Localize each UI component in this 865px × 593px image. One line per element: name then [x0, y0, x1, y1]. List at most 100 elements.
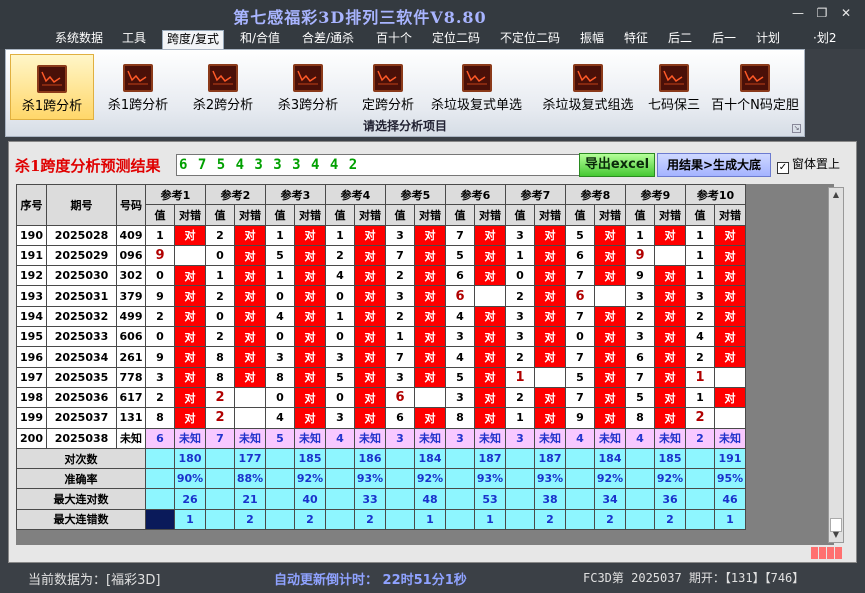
ribbon-button-0[interactable]: 杀1跨分析	[10, 54, 94, 120]
table-row[interactable]: 195 2025033 606 0 对 2 对 0 对 0 对 1 对 3 对 3 对 0 对 3 对 4 对	[16, 326, 746, 348]
table-row[interactable]: 191 2025029 096 9 0 对 5 对 2 对 7 对 5 对 1 对 6 对 9 1 对	[16, 244, 746, 267]
ref-correct: 对	[534, 265, 566, 287]
stat-value: 1	[474, 508, 506, 531]
stat-value: 184	[594, 447, 626, 470]
ribbon-button-3[interactable]: 杀3跨分析	[270, 54, 346, 120]
table-row[interactable]: 194 2025032 499 2 对 0 对 4 对 1 对 2 对 4 对 3 对 7 对 2 对 2 对	[16, 305, 746, 328]
menu-item-7[interactable]: 不定位二码	[500, 30, 560, 49]
table-row[interactable]: 197 2025035 778 3 对 8 对 8 对 5 对 3 对 5 对 1 5 对 7 对 1	[16, 366, 746, 388]
ref-value: 3	[325, 346, 355, 368]
chart-icon	[461, 64, 492, 92]
ribbon-button-8[interactable]: 百十个N码定胆	[709, 54, 801, 120]
ref-correct: 对	[174, 386, 206, 409]
pred-unknown: 未知	[174, 427, 206, 449]
header-correct: 对错	[654, 204, 686, 226]
minimize-icon[interactable]: —	[789, 5, 807, 21]
table-row[interactable]: 199 2025037 131 8 对 2 4 对 3 对 6 对 8 对 1 对 9 对 8 对 2	[16, 407, 746, 429]
menu-item-12[interactable]: 计划	[756, 30, 780, 49]
ref-value: 1	[505, 407, 535, 429]
menu-item-9[interactable]: 特征	[624, 30, 648, 49]
ref-correct: 对	[294, 265, 326, 287]
stat-blank	[385, 468, 415, 490]
table-row[interactable]: 190 2025028 409 1 对 2 对 1 对 1 对 3 对 7 对 3 对 5 对 1 对 1 对	[16, 224, 746, 246]
stat-value: 53	[474, 488, 506, 510]
vertical-scrollbar[interactable]: ▲ ▼	[828, 187, 844, 543]
pred-value: 3	[505, 427, 535, 449]
ref-value: 3	[325, 407, 355, 429]
ref-value: 3	[385, 366, 415, 388]
prediction-result-field[interactable]: 6 7 5 4 3 3 3 4 4 2	[176, 154, 583, 176]
ribbon-button-5[interactable]: 杀垃圾复式单选	[424, 54, 529, 120]
ribbon-button-4[interactable]: 定跨分析	[356, 54, 420, 120]
header-ref-2: 参考2	[205, 183, 266, 206]
menu-item-3[interactable]: 和/合值	[240, 30, 280, 49]
ref-correct: 对	[414, 224, 446, 246]
menu-item-1[interactable]: 工具	[122, 30, 146, 49]
row-seq: 191	[16, 244, 47, 267]
header-ref-7: 参考7	[505, 183, 566, 206]
table-row[interactable]: 192 2025030 302 0 对 1 对 1 对 4 对 2 对 6 对 0 对 7 对 9 对 1 对	[16, 265, 746, 287]
restore-icon[interactable]: ❐	[813, 5, 831, 21]
menu-item-4[interactable]: 合差/通杀	[302, 30, 354, 49]
ribbon-button-label: 杀2跨分析	[192, 98, 254, 113]
stat-value: 184	[414, 447, 446, 470]
menu-item-11[interactable]: 后一	[712, 30, 736, 49]
chart-icon	[37, 65, 67, 93]
row-number: 778	[116, 366, 146, 388]
ribbon-button-2[interactable]: 杀2跨分析	[185, 54, 261, 120]
row-number: 379	[116, 285, 146, 307]
header-ref-3: 参考3	[265, 183, 326, 206]
table-row[interactable]: 198 2025036 617 2 对 2 0 对 0 对 6 3 对 2 对 7 对 5 对 1 对	[16, 386, 746, 409]
ribbon-button-6[interactable]: 杀垃圾复式组选	[537, 54, 639, 120]
stat-value: 92%	[594, 468, 626, 490]
stat-value: 180	[174, 447, 206, 470]
ref-value: 5	[565, 366, 595, 388]
always-on-top-checkbox[interactable]: ✓ 窗体置上	[777, 155, 840, 174]
scroll-up-icon[interactable]: ▲	[829, 188, 843, 202]
stat-blank	[205, 508, 235, 531]
ref-value: 1	[685, 386, 715, 409]
ref-value: 3	[265, 346, 295, 368]
row-seq: 199	[16, 407, 47, 429]
menu-item-6[interactable]: 定位二码	[432, 30, 480, 49]
ref-correct: 对	[534, 407, 566, 429]
menu-item-8[interactable]: 振幅	[580, 30, 604, 49]
close-icon[interactable]: ✕	[837, 5, 855, 21]
header-value: 值	[445, 204, 475, 226]
header-correct: 对错	[714, 204, 746, 226]
current-data-label: 当前数据为：[福彩3D]	[28, 573, 161, 588]
ribbon-button-1[interactable]: 杀1跨分析	[101, 54, 175, 120]
ref-correct: 对	[174, 285, 206, 307]
expand-corner-icon[interactable]: ↘	[792, 124, 801, 133]
table-row[interactable]: 196 2025034 261 9 对 8 对 3 对 3 对 7 对 4 对 2 对 7 对 6 对 2 对	[16, 346, 746, 368]
ref-value: 7	[565, 265, 595, 287]
table-row[interactable]: 193 2025031 379 9 对 2 对 0 对 0 对 3 对 6 2 对 6 3 对 3 对	[16, 285, 746, 307]
row-period: 2025028	[46, 224, 117, 246]
stat-blank	[625, 468, 655, 490]
stat-value: 36	[654, 488, 686, 510]
ribbon-button-7[interactable]: 七码保三	[642, 54, 706, 120]
row-number: 096	[116, 244, 146, 267]
header-correct: 对错	[354, 204, 386, 226]
menu-item-10[interactable]: 后二	[668, 30, 692, 49]
ref-correct: 对	[354, 366, 386, 388]
stat-value: 48	[414, 488, 446, 510]
header-ref-10: 参考10	[685, 183, 746, 206]
ref-value: 3	[145, 366, 175, 388]
ref-correct: 对	[594, 326, 626, 348]
prediction-row[interactable]: 200 2025038 未知 6 未知 7 未知 5 未知 4 未知 3 未知 3 未知 3 未知 4 未知 4 未知 2…	[16, 427, 746, 449]
generate-base-button[interactable]: 用结果>生成大底	[657, 153, 771, 177]
chart-icon	[573, 64, 603, 92]
export-excel-button[interactable]: 导出excel	[579, 153, 655, 177]
progress-indicator	[811, 547, 847, 559]
menu-item-0[interactable]: 系统数据	[55, 30, 103, 49]
scroll-down-icon[interactable]: ▼	[829, 528, 843, 542]
ref-value: 4	[445, 305, 475, 328]
ref-correct: 对	[654, 386, 686, 409]
checkbox-check-icon[interactable]: ✓	[777, 162, 789, 174]
stat-blank	[265, 447, 295, 470]
stat-blank	[205, 488, 235, 510]
menu-item-2[interactable]: 跨度/复式	[162, 30, 225, 49]
menu-item-5[interactable]: 百十个	[376, 30, 412, 49]
menu-item-13[interactable]: ·划2	[813, 30, 836, 49]
